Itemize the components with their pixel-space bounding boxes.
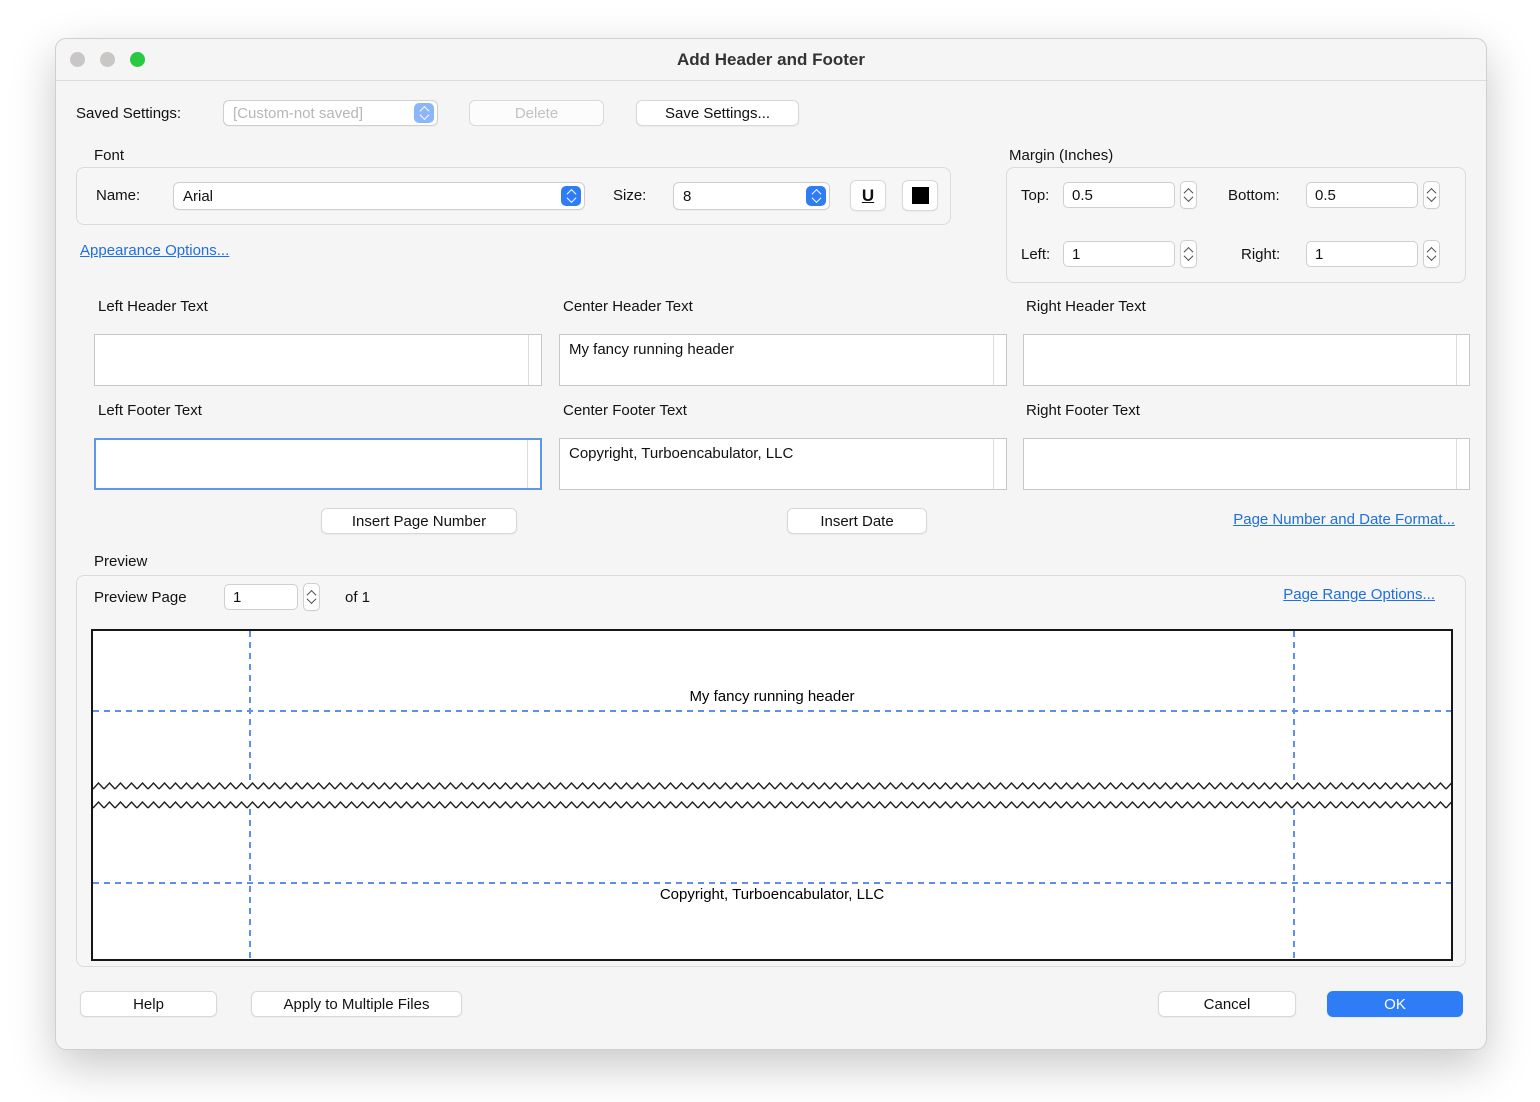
save-settings-button[interactable]: Save Settings...	[636, 100, 799, 126]
margin-bottom-stepper[interactable]	[1423, 181, 1440, 209]
center-header-scrollbar[interactable]	[993, 335, 1006, 385]
cancel-button-label: Cancel	[1204, 996, 1251, 1013]
delete-button-label: Delete	[515, 105, 558, 122]
underline-button-label: U	[862, 186, 874, 206]
add-header-footer-dialog: Add Header and Footer Saved Settings: [C…	[55, 38, 1487, 1050]
page-range-options-link[interactable]: Page Range Options...	[1283, 586, 1435, 603]
font-group-label: Font	[94, 147, 124, 165]
insert-page-number-button[interactable]: Insert Page Number	[321, 508, 517, 534]
header-margin-guide	[93, 710, 1451, 712]
select-arrows-icon	[414, 103, 434, 123]
torn-edge-icon	[93, 780, 1451, 792]
minimize-button[interactable]	[100, 52, 115, 67]
underline-button[interactable]: U	[850, 180, 886, 211]
right-margin-guide	[1293, 631, 1295, 781]
margin-right-label: Right:	[1241, 246, 1280, 264]
preview-group-label: Preview	[94, 553, 147, 571]
right-header-label: Right Header Text	[1026, 298, 1146, 316]
left-footer-label: Left Footer Text	[98, 402, 202, 420]
close-button[interactable]	[70, 52, 85, 67]
insert-date-label: Insert Date	[820, 513, 893, 530]
font-name-value: Arial	[183, 188, 213, 205]
ok-button-label: OK	[1384, 996, 1406, 1013]
margin-bottom-label: Bottom:	[1228, 187, 1280, 205]
dialog-title: Add Header and Footer	[56, 39, 1486, 81]
font-size-label: Size:	[613, 187, 646, 205]
margin-bottom-input[interactable]	[1306, 182, 1418, 208]
apply-to-multiple-files-label: Apply to Multiple Files	[284, 996, 430, 1013]
preview-page: My fancy running header Co	[91, 629, 1453, 961]
left-margin-guide	[249, 631, 251, 781]
right-footer-label: Right Footer Text	[1026, 402, 1140, 420]
margin-left-input[interactable]	[1063, 241, 1175, 267]
margin-left-stepper[interactable]	[1180, 240, 1197, 268]
center-footer-text: Copyright, Turboencabulator, LLC	[569, 445, 988, 462]
center-header-text: My fancy running header	[569, 341, 988, 358]
preview-page-label: Preview Page	[94, 589, 187, 607]
right-margin-guide	[1293, 809, 1295, 959]
right-footer-scrollbar[interactable]	[1456, 439, 1469, 489]
zoom-button[interactable]	[130, 52, 145, 67]
font-name-select[interactable]: Arial	[173, 182, 585, 210]
left-header-scrollbar[interactable]	[528, 335, 541, 385]
margin-top-label: Top:	[1021, 187, 1049, 205]
font-color-button[interactable]	[902, 180, 938, 211]
font-color-swatch	[912, 187, 929, 204]
right-header-scrollbar[interactable]	[1456, 335, 1469, 385]
margin-right-input[interactable]	[1306, 241, 1418, 267]
center-header-textbox[interactable]: My fancy running header	[559, 334, 1007, 386]
left-footer-textbox[interactable]	[94, 438, 542, 490]
preview-footer-text: Copyright, Turboencabulator, LLC	[93, 886, 1451, 903]
torn-edge-icon	[93, 799, 1451, 811]
cancel-button[interactable]: Cancel	[1158, 991, 1296, 1017]
font-name-label: Name:	[96, 187, 140, 205]
center-footer-label: Center Footer Text	[563, 402, 687, 420]
center-footer-textbox[interactable]: Copyright, Turboencabulator, LLC	[559, 438, 1007, 490]
center-footer-scrollbar[interactable]	[993, 439, 1006, 489]
margin-group-label: Margin (Inches)	[1009, 147, 1113, 165]
margin-left-label: Left:	[1021, 246, 1050, 264]
footer-margin-guide	[93, 882, 1451, 884]
preview-page-input[interactable]	[224, 584, 298, 610]
desktop: Add Header and Footer Saved Settings: [C…	[0, 0, 1540, 1102]
ok-button[interactable]: OK	[1327, 991, 1463, 1017]
preview-page-stepper[interactable]	[303, 583, 320, 611]
left-header-textbox[interactable]	[94, 334, 542, 386]
left-margin-guide	[249, 809, 251, 959]
saved-settings-label: Saved Settings:	[76, 105, 181, 123]
margin-right-stepper[interactable]	[1423, 240, 1440, 268]
font-size-select[interactable]: 8	[673, 182, 830, 210]
margin-top-stepper[interactable]	[1180, 181, 1197, 209]
help-button[interactable]: Help	[80, 991, 217, 1017]
titlebar: Add Header and Footer	[56, 39, 1486, 81]
right-header-textbox[interactable]	[1023, 334, 1470, 386]
right-footer-textbox[interactable]	[1023, 438, 1470, 490]
insert-date-button[interactable]: Insert Date	[787, 508, 927, 534]
page-number-date-format-link[interactable]: Page Number and Date Format...	[1233, 511, 1455, 528]
font-size-value: 8	[683, 188, 691, 205]
select-arrows-icon	[806, 186, 826, 206]
preview-of-label: of 1	[345, 589, 370, 607]
preview-header-text: My fancy running header	[93, 688, 1451, 705]
center-header-label: Center Header Text	[563, 298, 693, 316]
insert-page-number-label: Insert Page Number	[352, 513, 486, 530]
select-arrows-icon	[561, 186, 581, 206]
saved-settings-value: [Custom-not saved]	[233, 105, 363, 122]
delete-button[interactable]: Delete	[469, 100, 604, 126]
left-header-label: Left Header Text	[98, 298, 208, 316]
apply-to-multiple-files-button[interactable]: Apply to Multiple Files	[251, 991, 462, 1017]
margin-top-input[interactable]	[1063, 182, 1175, 208]
appearance-options-link[interactable]: Appearance Options...	[80, 242, 229, 259]
saved-settings-select[interactable]: [Custom-not saved]	[223, 100, 438, 126]
left-footer-scrollbar[interactable]	[527, 440, 540, 488]
help-button-label: Help	[133, 996, 164, 1013]
save-settings-button-label: Save Settings...	[665, 105, 770, 122]
